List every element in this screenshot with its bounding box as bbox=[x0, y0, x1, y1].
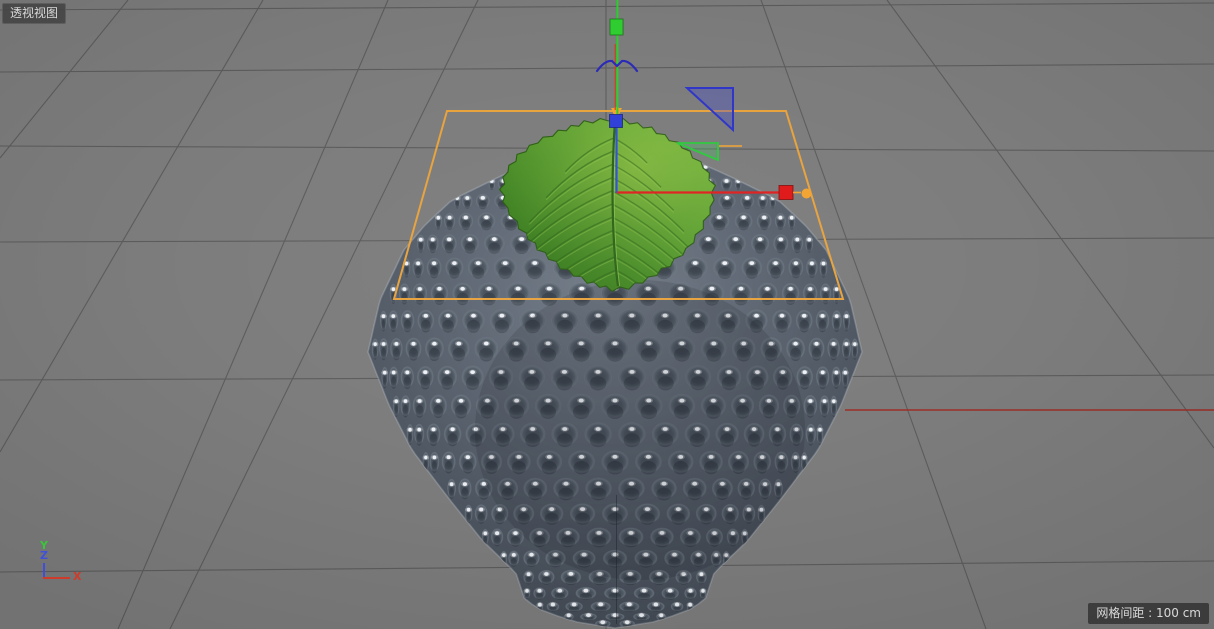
axis-z-line bbox=[43, 563, 45, 577]
y-axis-scale-handle[interactable] bbox=[610, 19, 623, 35]
grid-spacing-label: 网格间距 : 100 cm bbox=[1088, 603, 1209, 624]
axis-x-label: X bbox=[73, 571, 81, 582]
z-axis-scale-handle[interactable] bbox=[610, 115, 623, 128]
grid-line-horizontal bbox=[0, 64, 1214, 72]
plane-handle-blue[interactable] bbox=[687, 88, 733, 130]
grid-line-depth bbox=[887, 0, 1214, 448]
axis-z-label: Z bbox=[40, 550, 48, 561]
scene-canvas[interactable] bbox=[0, 0, 1214, 629]
axis-x-line bbox=[43, 577, 70, 579]
x-axis-tip-dot[interactable] bbox=[802, 189, 812, 199]
x-axis-scale-handle[interactable] bbox=[779, 186, 793, 200]
world-axis-widget: Y Z X bbox=[34, 538, 94, 593]
viewport-3d[interactable]: 透视视图 Y Z X 网格间距 : 100 cm bbox=[0, 0, 1214, 629]
grid-line-depth bbox=[118, 0, 388, 629]
viewport-name-label: 透视视图 bbox=[2, 3, 66, 24]
grid-line-horizontal bbox=[0, 3, 1214, 10]
